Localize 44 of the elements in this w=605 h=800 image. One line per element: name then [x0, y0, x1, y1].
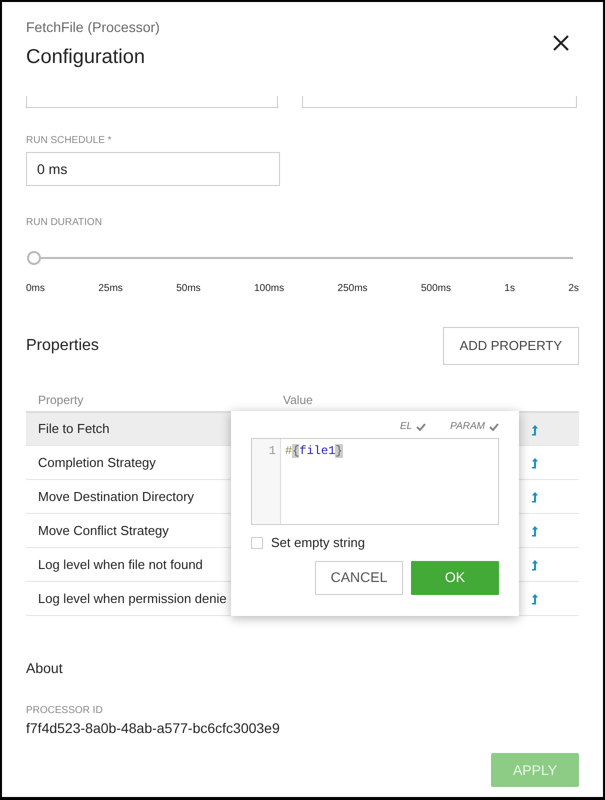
input-field[interactable]: 0 ms — [26, 152, 280, 186]
tick-label: 1s — [504, 282, 515, 296]
add-property-button[interactable]: ADD PROPERTY — [442, 327, 579, 364]
arrow-up-icon[interactable] — [531, 424, 539, 436]
tick-label: 250ms — [338, 282, 368, 296]
checkbox[interactable] — [251, 536, 263, 549]
arrow-up-icon[interactable] — [531, 593, 539, 606]
field-label: RUN SCHEDULE * — [26, 134, 113, 148]
dialog-subtitle: FetchFile (Processor) — [26, 18, 161, 37]
input-field[interactable] — [26, 96, 278, 108]
tick-label: 500ms — [420, 282, 451, 296]
slider-thumb[interactable] — [27, 251, 41, 265]
property-name: Move Conflict Strategy — [38, 522, 169, 538]
processor-id: f7f4d523-8a0b-48ab-a577-bc6cfc3003e9 — [26, 719, 281, 738]
cancel-button[interactable]: CANCEL — [315, 560, 403, 594]
section-title: Properties — [26, 336, 99, 356]
arrow-up-icon[interactable] — [531, 491, 539, 504]
checkbox-label: Set empty string — [271, 534, 365, 552]
property-name: Log level when file not found — [38, 556, 203, 572]
property-name: Move Destination Directory — [38, 488, 194, 504]
tick-label: 25ms — [98, 282, 123, 296]
column-header: Property — [38, 392, 84, 406]
code-text: #{file1} — [285, 444, 343, 458]
arrow-up-icon[interactable] — [531, 525, 539, 538]
tick-label: 2s — [568, 282, 579, 296]
flag-label: PARAM — [450, 420, 485, 434]
property-name: Completion Strategy — [38, 454, 156, 470]
tick-label: 0ms — [26, 282, 45, 296]
section-title: About — [26, 659, 64, 678]
line-number: 1 — [252, 439, 281, 524]
tick-label: 50ms — [176, 282, 201, 296]
flag-label: EL — [400, 420, 412, 434]
column-header: Value — [283, 392, 313, 406]
property-name: File to Fetch — [38, 421, 110, 436]
dialog-title: Configuration — [26, 45, 145, 70]
input-field[interactable] — [302, 96, 577, 108]
arrow-up-icon[interactable] — [531, 457, 539, 470]
close-icon — [553, 34, 569, 51]
field-label: PROCESSOR ID — [26, 704, 104, 718]
code-editor[interactable]: 1 #{file1} — [251, 438, 499, 525]
field-label: RUN DURATION — [26, 216, 103, 230]
property-name: Log level when permission denie — [38, 590, 227, 606]
tick-label: 100ms — [254, 282, 284, 296]
arrow-up-icon[interactable] — [531, 559, 539, 572]
